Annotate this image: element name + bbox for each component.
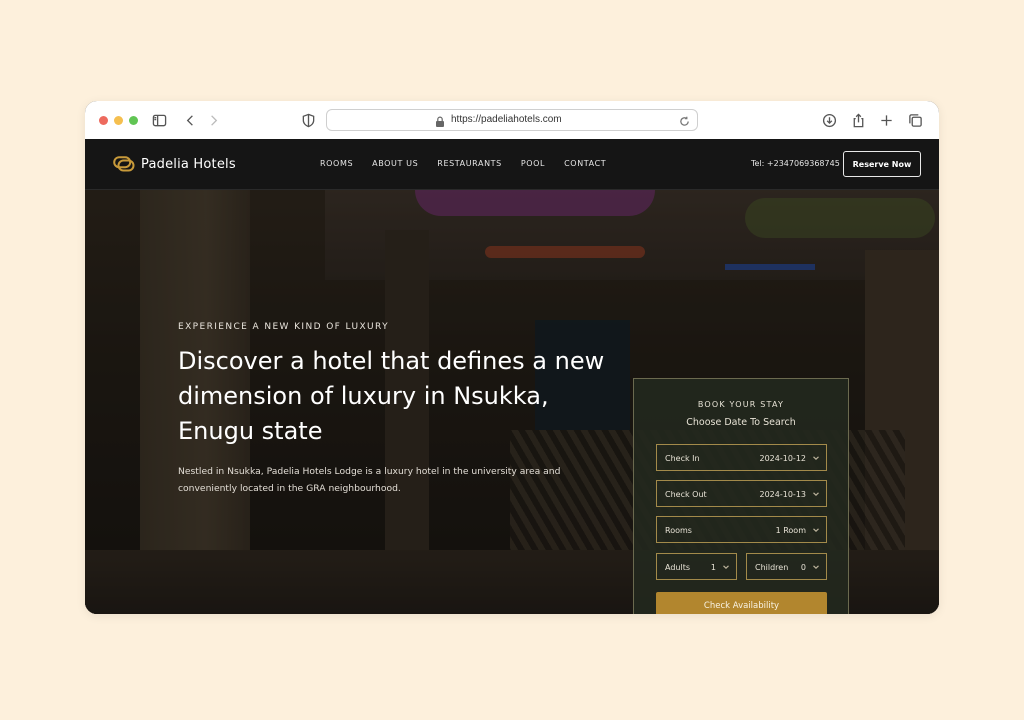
site-header: Padelia Hotels ROOMS ABOUT US RESTAURANT… xyxy=(85,139,939,190)
shield-icon[interactable] xyxy=(300,112,316,128)
zoom-window-button[interactable] xyxy=(129,116,138,125)
rooms-label: Rooms xyxy=(665,526,692,535)
back-icon[interactable] xyxy=(182,112,198,128)
forward-icon[interactable] xyxy=(205,112,221,128)
address-bar[interactable]: https://padeliahotels.com xyxy=(326,109,698,131)
hero-description-line: Nestled in Nsukka, Padelia Hotels Lodge … xyxy=(178,466,561,477)
chevron-down-icon xyxy=(812,490,820,498)
check-out-field[interactable]: Check Out 2024-10-13 xyxy=(656,480,827,507)
menu-item-contact[interactable]: CONTACT xyxy=(564,159,606,168)
browser-toolbar: https://padeliahotels.com xyxy=(85,101,939,139)
menu-item-pool[interactable]: POOL xyxy=(521,159,545,168)
booking-title: BOOK YOUR STAY xyxy=(697,400,785,409)
rooms-value: 1 Room xyxy=(775,526,806,535)
logo-mark-icon xyxy=(113,156,135,172)
phone-number[interactable]: Tel: +2347069368745 xyxy=(751,159,840,168)
minimize-window-button[interactable] xyxy=(114,116,123,125)
children-label: Children xyxy=(755,563,789,572)
adults-value: 1 xyxy=(710,563,716,572)
check-out-label: Check Out xyxy=(665,490,707,499)
brand-name: Padelia Hotels xyxy=(141,156,236,172)
children-value: 0 xyxy=(800,563,806,572)
sidebar-icon[interactable] xyxy=(151,112,167,128)
hero-description: Nestled in Nsukka, Padelia Hotels Lodge … xyxy=(178,463,573,497)
menu-item-restaurants[interactable]: RESTAURANTS xyxy=(437,159,502,168)
check-in-label: Check In xyxy=(665,454,700,463)
chevron-down-icon xyxy=(812,454,820,462)
check-in-field[interactable]: Check In 2024-10-12 xyxy=(656,444,827,471)
menu-item-rooms[interactable]: ROOMS xyxy=(320,159,353,168)
menu-item-about-us[interactable]: ABOUT US xyxy=(372,159,418,168)
reload-icon[interactable] xyxy=(679,114,691,126)
hero-headline-line: dimension of luxury in Nsukka, xyxy=(178,382,549,410)
brand-logo[interactable]: Padelia Hotels xyxy=(113,154,236,174)
check-out-value: 2024-10-13 xyxy=(759,490,807,499)
new-tab-icon[interactable] xyxy=(878,112,894,128)
share-icon[interactable] xyxy=(850,112,866,128)
url-text: https://padeliahotels.com xyxy=(451,114,562,125)
reserve-now-button[interactable]: Reserve Now xyxy=(843,151,921,177)
hero-description-line: conveniently located in the GRA neighbou… xyxy=(178,483,401,494)
adults-label: Adults xyxy=(665,563,691,572)
booking-subtitle: Choose Date To Search xyxy=(686,417,796,428)
close-window-button[interactable] xyxy=(99,116,108,125)
rooms-select[interactable]: Rooms 1 Room xyxy=(656,516,827,543)
tabs-icon[interactable] xyxy=(907,112,923,128)
lock-icon xyxy=(435,114,447,127)
hero-eyebrow: EXPERIENCE A NEW KIND OF LUXURY xyxy=(178,322,390,332)
hero-headline-line: Discover a hotel that defines a new xyxy=(178,347,605,375)
chevron-down-icon xyxy=(812,526,820,534)
check-in-value: 2024-10-12 xyxy=(759,454,807,463)
check-availability-button[interactable]: Check Availability xyxy=(656,592,827,614)
hero-headline-line: Enugu state xyxy=(178,417,323,445)
main-menu: ROOMS ABOUT US RESTAURANTS POOL CONTACT xyxy=(320,159,606,168)
booking-form: BOOK YOUR STAY Choose Date To Search Che… xyxy=(633,378,849,614)
website-viewport: Padelia Hotels ROOMS ABOUT US RESTAURANT… xyxy=(85,139,939,614)
hero-headline: Discover a hotel that defines a new dime… xyxy=(178,344,608,449)
hero-copy: EXPERIENCE A NEW KIND OF LUXURY Discover… xyxy=(178,322,608,497)
children-select[interactable]: Children 0 xyxy=(746,553,827,580)
browser-window: https://padeliahotels.com Padelia Hotels… xyxy=(85,101,939,614)
download-icon[interactable] xyxy=(821,112,837,128)
chevron-down-icon xyxy=(722,563,730,571)
chevron-down-icon xyxy=(812,563,820,571)
adults-select[interactable]: Adults 1 xyxy=(656,553,737,580)
